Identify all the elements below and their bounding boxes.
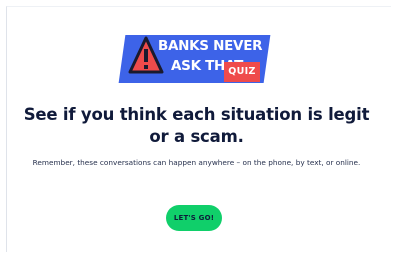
lets-go-button[interactable]: LET'S GO!: [166, 205, 222, 231]
page-headline: See if you think each situation is legit…: [23, 105, 370, 146]
banks-never-ask-that-logo: BANKS NEVER ASK THAT QUIZ: [118, 33, 271, 85]
page-subtext: Remember, these conversations can happen…: [32, 158, 361, 167]
logo-title-line1: BANKS NEVER: [158, 38, 263, 54]
quiz-tag: QUIZ: [224, 62, 260, 82]
